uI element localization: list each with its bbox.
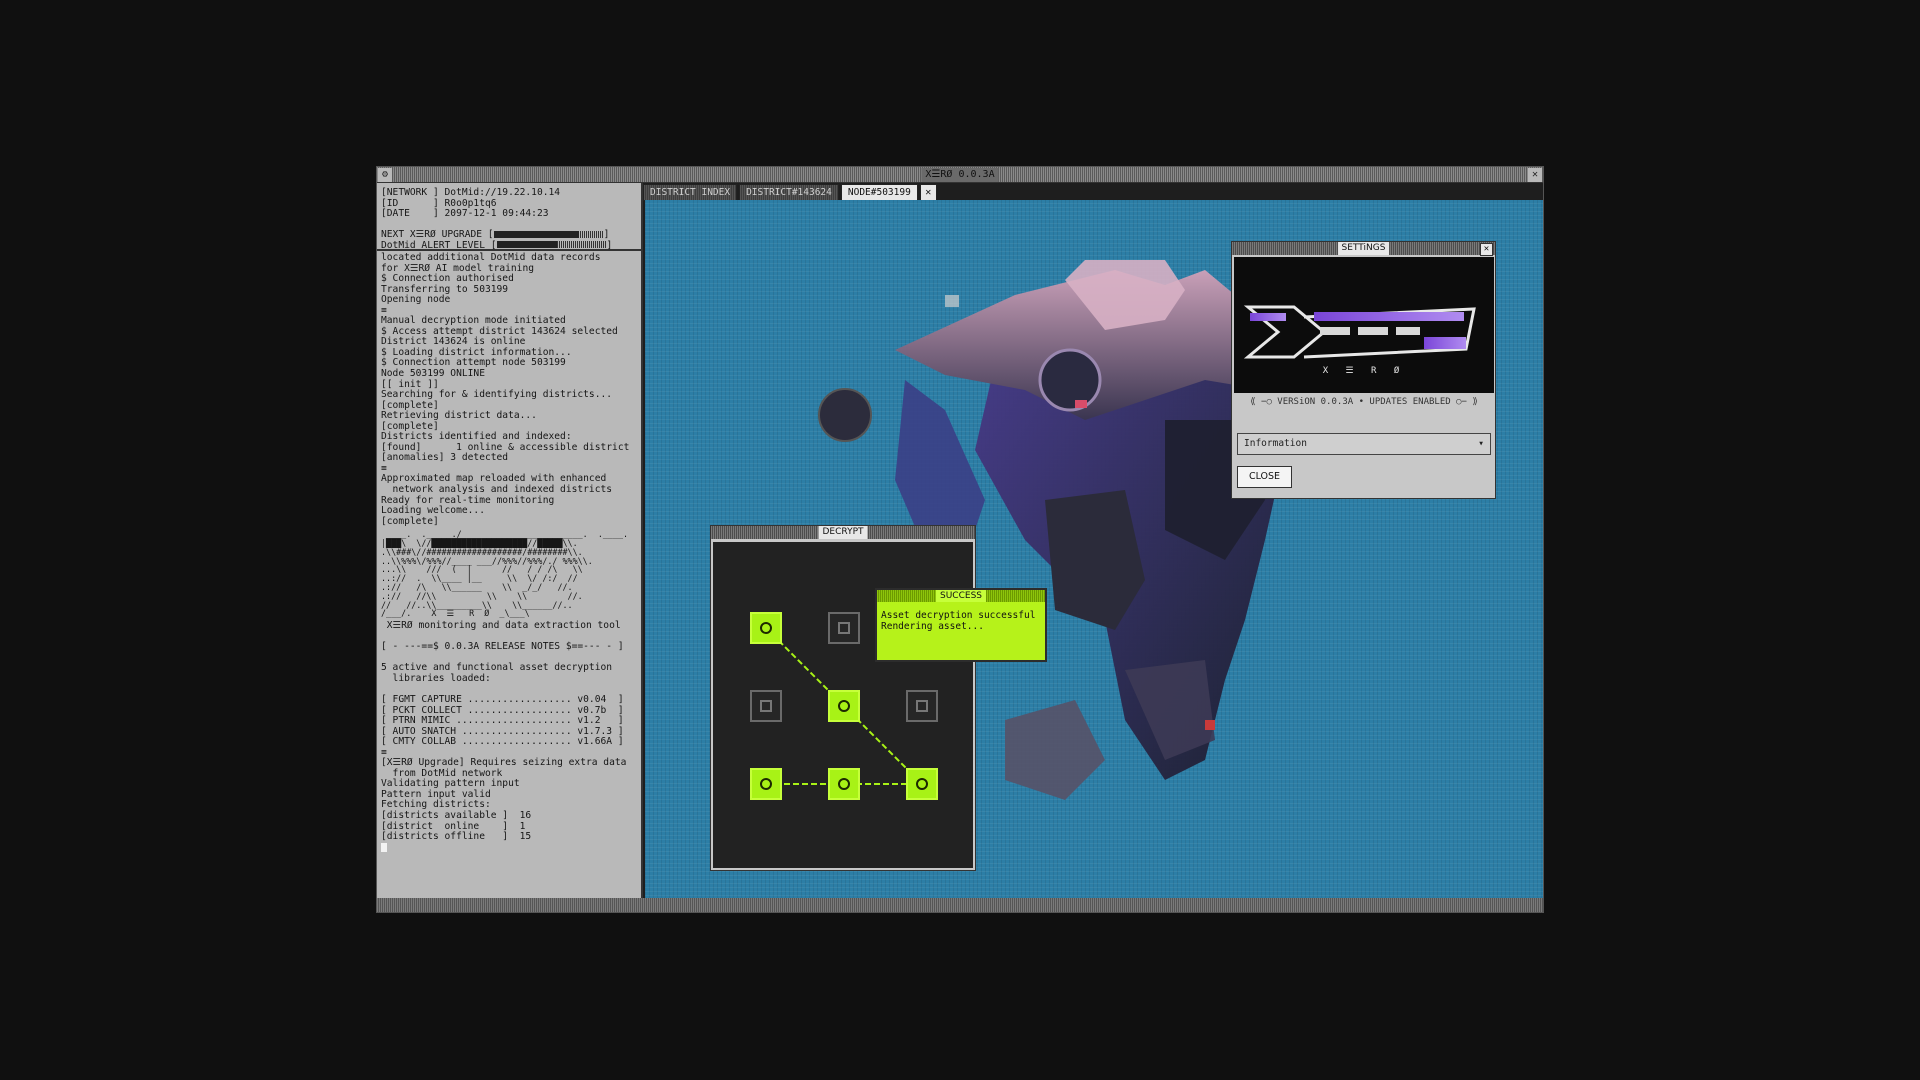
decrypt-node-inactive[interactable] <box>906 690 938 722</box>
log-line: Opening node <box>381 294 451 306</box>
libs-intro: libraries loaded: <box>381 672 491 684</box>
alert-label: DotMid ALERT LEVEL <box>381 239 485 251</box>
decrypt-node-active[interactable] <box>750 768 782 800</box>
node-icon <box>760 700 772 712</box>
decrypt-node-active[interactable] <box>828 768 860 800</box>
node-icon <box>838 778 850 790</box>
decrypt-title: DECRYPT <box>818 526 868 539</box>
log-line: [complete] <box>381 515 439 527</box>
decrypt-title-bar[interactable]: DECRYPT <box>711 526 975 539</box>
library-entry: [ FGMT CAPTURE .................. v0.04 … <box>381 694 624 706</box>
upgrade-progress-bar <box>493 230 604 238</box>
window-title: X☰RØ 0.0.3A <box>921 168 999 182</box>
alert-meter: DotMid ALERT LEVEL [] <box>381 239 613 251</box>
decrypt-node-inactive[interactable] <box>828 612 860 644</box>
tab-district-index[interactable]: DISTRICT INDEX <box>643 184 738 201</box>
info-dropdown[interactable]: Information ▾ <box>1237 433 1491 455</box>
version-info: ⟪ −○ VERSiON 0.0.3A • UPDATES ENABLED ○−… <box>1250 397 1478 407</box>
terminal-log: located additional DotMid data records fo… <box>377 251 641 855</box>
release-notes-heading: [ - ---==$ 0.0.3A RELEASE NOTES $==--- -… <box>381 641 624 653</box>
status-bar <box>377 898 1543 912</box>
settings-title: SETTiNGS <box>1337 242 1390 255</box>
node-icon <box>916 700 928 712</box>
log-line: network analysis and indexed districts <box>381 484 613 496</box>
decrypt-node-active[interactable] <box>906 768 938 800</box>
library-entry: [ CMTY COLLAB ................... v1.66A… <box>381 736 624 748</box>
upgrade-label: NEXT X☰RØ UPGRADE <box>381 229 483 241</box>
dropdown-arrow-icon: ▾ <box>1478 438 1484 449</box>
terminal-header-line: [NETWORK ] DotMid://19.22.10.14 <box>381 187 561 198</box>
tab-node-503199[interactable]: NODE#503199 <box>840 184 918 201</box>
settings-close-icon[interactable]: ✕ <box>1480 243 1493 256</box>
decrypt-node-active[interactable] <box>750 612 782 644</box>
success-message: Asset decryption successful <box>881 610 1036 621</box>
tab-close-icon[interactable]: ✕ <box>919 184 937 201</box>
success-dialog: SUCCESS Asset decryption successful Rend… <box>875 588 1047 662</box>
logo-text: X ☰ R Ø <box>1323 365 1406 376</box>
decrypt-node-active[interactable] <box>828 690 860 722</box>
title-bar[interactable]: ⚙ X☰RØ 0.0.3A ✕ <box>377 167 1543 183</box>
terminal-header: [NETWORK ] DotMid://19.22.10.14 [ID ] R0… <box>377 183 641 251</box>
settings-panel: SETTiNGS ✕ X ☰ R Ø ⟪ −○ VERSiON 0.0.3A •… <box>1231 241 1496 499</box>
log-line: Node 503199 ONLINE <box>381 368 485 380</box>
xero-logo: X ☰ R Ø <box>1234 257 1494 393</box>
node-icon <box>760 778 772 790</box>
close-icon[interactable]: ✕ <box>1528 168 1542 182</box>
settings-title-bar[interactable]: SETTiNGS ✕ <box>1232 242 1495 256</box>
decrypt-panel: DECRYPT <box>710 525 976 871</box>
node-icon <box>760 622 772 634</box>
terminal-panel: [NETWORK ] DotMid://19.22.10.14 [ID ] R0… <box>377 183 643 900</box>
tab-district-143624[interactable]: DISTRICT#143624 <box>739 184 839 201</box>
log-line: [districts available ] 16 <box>381 810 532 822</box>
node-icon <box>838 622 850 634</box>
close-button[interactable]: CLOSE <box>1237 466 1292 488</box>
text-cursor[interactable] <box>381 842 387 852</box>
gear-icon[interactable]: ⚙ <box>378 168 392 182</box>
terminal-header-line: [DATE ] 2097-12-1 09:44:23 <box>381 208 549 220</box>
node-icon <box>916 778 928 790</box>
success-status: Rendering asset... <box>881 621 984 632</box>
log-line: [anomalies] 3 detected <box>381 452 509 464</box>
success-title-bar[interactable]: SUCCESS <box>877 590 1045 602</box>
decrypt-node-inactive[interactable] <box>750 690 782 722</box>
ascii-line: /___/. X ☰ R Ø _\___\ <box>381 608 530 619</box>
log-line: located additional DotMid data records <box>381 252 601 263</box>
node-icon <box>838 700 850 712</box>
log-line: [districts offline ] 15 <box>381 831 532 843</box>
ascii-logo: ____. .___ ./________________________. .… <box>381 530 637 618</box>
alert-progress-bar <box>496 241 607 249</box>
success-title: SUCCESS <box>936 590 986 602</box>
tab-bar: DISTRICT INDEX DISTRICT#143624 NODE#5031… <box>643 183 937 201</box>
dropdown-value: Information <box>1244 438 1307 449</box>
tagline: X☰RØ monitoring and data extraction tool <box>381 620 621 632</box>
